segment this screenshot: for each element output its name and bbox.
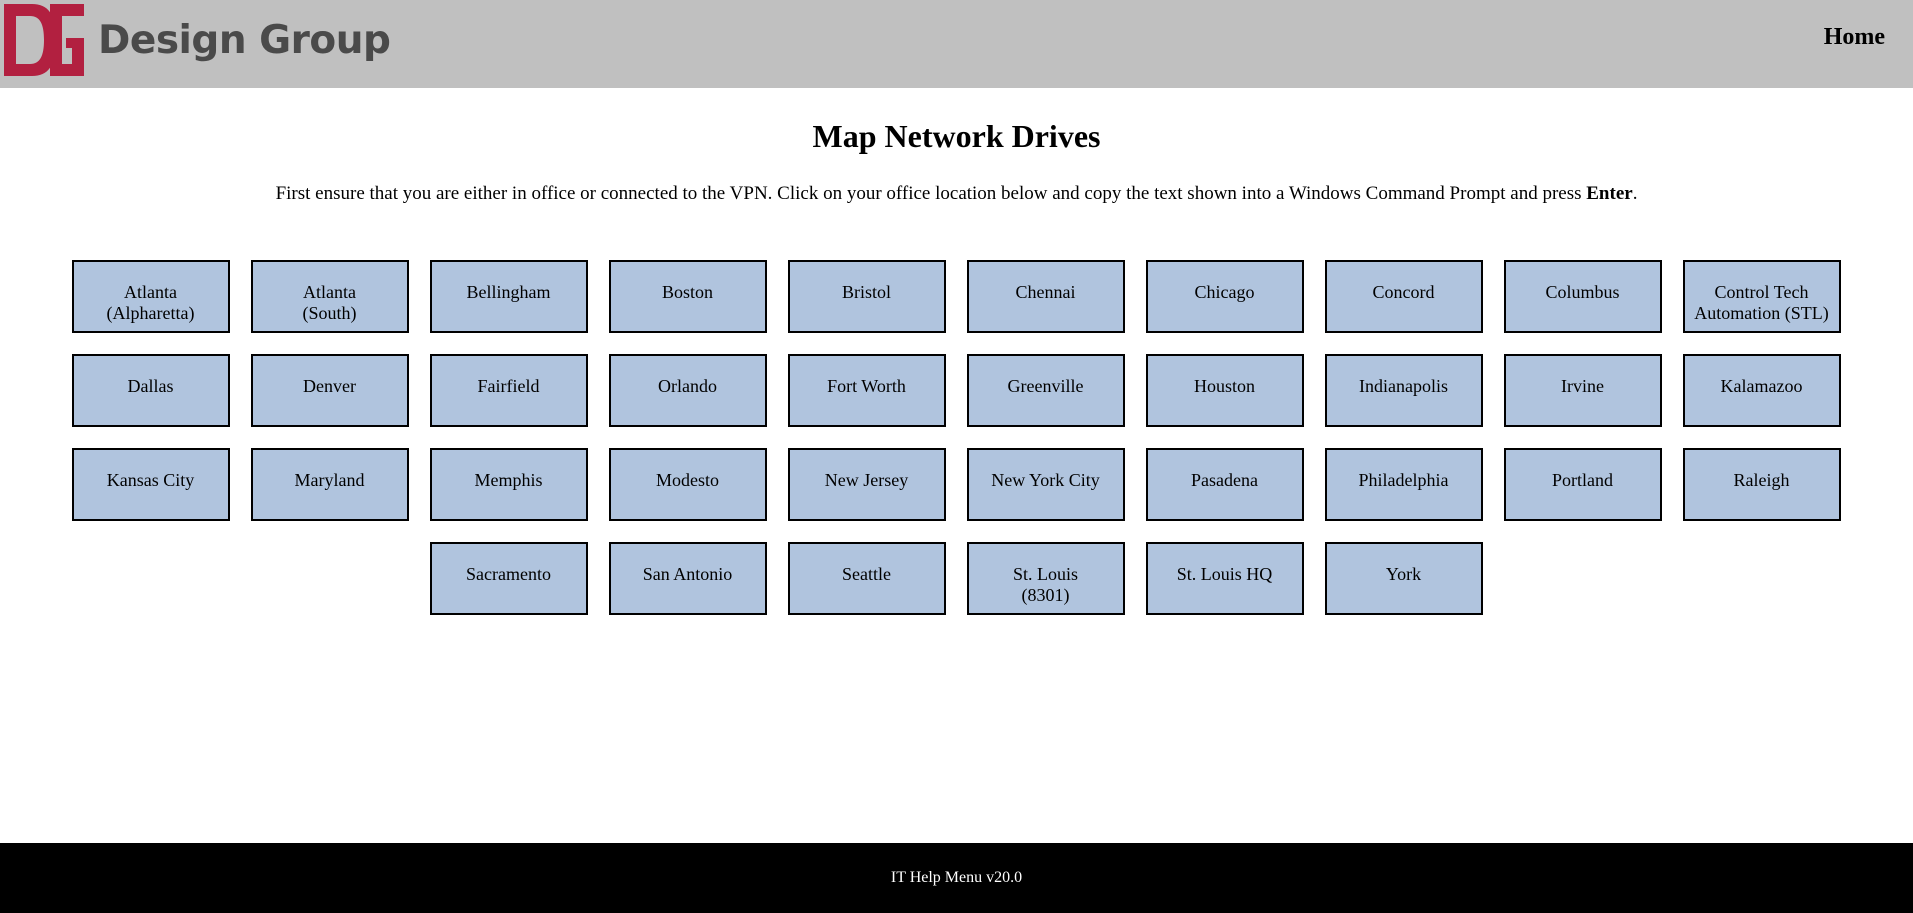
location-button-york[interactable]: York: [1324, 542, 1483, 615]
location-button-new-jersey[interactable]: New Jersey: [787, 448, 946, 521]
location-row: Kansas City Maryland Memphis Modesto New Jer…: [70, 448, 1842, 521]
dg-monogram-icon: [4, 4, 84, 76]
location-button-bristol[interactable]: Bristol: [787, 260, 946, 333]
location-button-indianapolis[interactable]: Indianapolis: [1324, 354, 1483, 427]
location-button-dallas[interactable]: Dallas: [71, 354, 230, 427]
footer: IT Help Menu v20.0: [0, 843, 1913, 913]
footer-version-text: IT Help Menu v20.0: [890, 869, 1023, 886]
location-button-memphis[interactable]: Memphis: [429, 448, 588, 521]
location-button-atlanta-south[interactable]: Atlanta (South): [250, 260, 409, 333]
location-button-raleigh[interactable]: Raleigh: [1682, 448, 1841, 521]
location-button-st-louis-8301[interactable]: St. Louis (8301): [966, 542, 1125, 615]
location-button-sacramento[interactable]: Sacramento: [429, 542, 588, 615]
location-button-concord[interactable]: Concord: [1324, 260, 1483, 333]
location-button-greenville[interactable]: Greenville: [966, 354, 1125, 427]
location-button-denver[interactable]: Denver: [250, 354, 409, 427]
instructions-suffix: .: [1632, 183, 1638, 204]
location-row: Sacramento San Antonio Seattle St. Louis (8…: [70, 542, 1842, 615]
location-button-modesto[interactable]: Modesto: [608, 448, 767, 521]
location-button-san-antonio[interactable]: San Antonio: [608, 542, 767, 615]
instructions-enter-key: Enter: [1586, 183, 1633, 204]
logo-text: Design Group: [98, 17, 391, 63]
location-button-fort-worth[interactable]: Fort Worth: [787, 354, 946, 427]
location-button-philadelphia[interactable]: Philadelphia: [1324, 448, 1483, 521]
location-button-pasadena[interactable]: Pasadena: [1145, 448, 1304, 521]
location-button-atlanta-alpharetta[interactable]: Atlanta (Alpharetta): [71, 260, 230, 333]
instructions-prefix: First ensure that you are either in offi…: [275, 183, 1587, 204]
location-button-seattle[interactable]: Seattle: [787, 542, 946, 615]
location-button-portland[interactable]: Portland: [1503, 448, 1662, 521]
location-button-fairfield[interactable]: Fairfield: [429, 354, 588, 427]
location-button-boston[interactable]: Boston: [608, 260, 767, 333]
location-button-kansas-city[interactable]: Kansas City: [71, 448, 230, 521]
location-button-bellingham[interactable]: Bellingham: [429, 260, 588, 333]
header: Design Group Home: [0, 0, 1913, 88]
location-button-chennai[interactable]: Chennai: [966, 260, 1125, 333]
location-row: Atlanta (Alpharetta) Atlanta (South) Belli…: [70, 260, 1842, 333]
company-logo[interactable]: Design Group: [4, 4, 391, 76]
home-link[interactable]: Home: [1824, 24, 1885, 51]
location-button-control-tech-automation-stl[interactable]: Control Tech Automation (STL): [1682, 260, 1841, 333]
location-button-houston[interactable]: Houston: [1145, 354, 1304, 427]
instructions-text: First ensure that you are either in offi…: [0, 183, 1913, 205]
location-button-st-louis-hq[interactable]: St. Louis HQ: [1145, 542, 1304, 615]
location-button-kalamazoo[interactable]: Kalamazoo: [1682, 354, 1841, 427]
location-button-irvine[interactable]: Irvine: [1503, 354, 1662, 427]
location-row: Dallas Denver Fairfield Orlando Fort Worth Gr…: [70, 354, 1842, 427]
office-location-grid: Atlanta (Alpharetta) Atlanta (South) Belli…: [70, 260, 1842, 636]
location-button-columbus[interactable]: Columbus: [1503, 260, 1662, 333]
location-button-orlando[interactable]: Orlando: [608, 354, 767, 427]
location-button-new-york-city[interactable]: New York City: [966, 448, 1125, 521]
location-button-chicago[interactable]: Chicago: [1145, 260, 1304, 333]
page-title: Map Network Drives: [812, 118, 1101, 154]
location-button-maryland[interactable]: Maryland: [250, 448, 409, 521]
